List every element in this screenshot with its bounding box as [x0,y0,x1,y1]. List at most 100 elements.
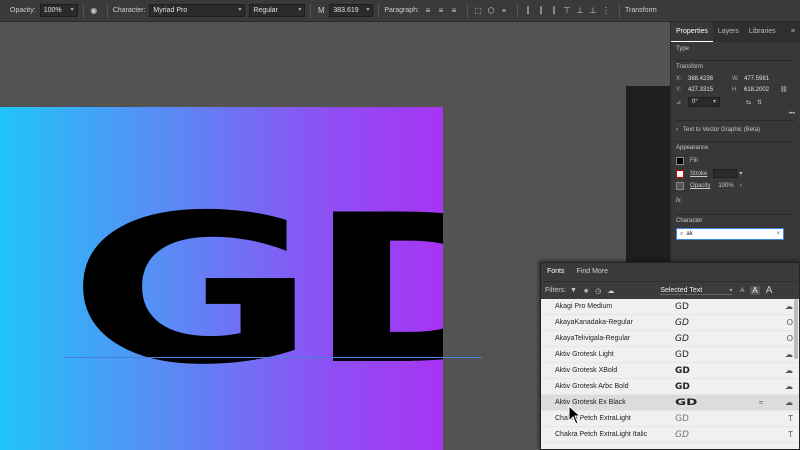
divider [82,3,84,18]
cloud-icon[interactable]: ☁ [607,287,614,295]
filter-icon[interactable]: ▼ [570,287,577,294]
align-objects-center-icon[interactable]: ⫿ [536,5,546,17]
divider [517,3,519,18]
warp-icon[interactable]: ⬡ [486,5,496,17]
font-sample: GD [675,333,689,344]
font-list-item[interactable]: Aktiv Grotesk Arbc Bold GD ☁ [541,379,799,395]
font-list-item[interactable]: Chakra Petch ExtraLight Italic GD T [541,427,799,443]
font-name: Aktiv Grotesk Ex Black [555,399,626,406]
artboard[interactable]: GD [0,107,443,450]
stroke-label[interactable]: Stroke [690,171,707,177]
h-field[interactable]: 618.2002 [744,87,778,93]
w-field[interactable]: 477.5981 [744,76,778,82]
align-objects-bottom-icon[interactable]: ⊥ [588,5,598,17]
divider [378,3,380,18]
font-list-item[interactable]: Aktiv Grotesk XBold GD ☁ [541,363,799,379]
divider [676,120,795,121]
font-name: Aktiv Grotesk Arbc Bold [555,383,629,390]
font-list-item[interactable]: Aktiv Grotesk Light GD ☁ [541,347,799,363]
preview-size-large[interactable]: A [766,285,773,296]
font-size-field[interactable]: 383.619 [329,4,374,17]
tab-find-more[interactable]: Find More [577,263,609,281]
x-field[interactable]: 388.4236 [688,76,722,82]
divider [676,214,795,215]
opentype-icon: O [786,318,793,327]
cloud-icon[interactable]: ☁ [785,398,793,407]
flip-horizontal-icon[interactable]: ⇆ [746,99,751,106]
transform-heading: Transform [676,64,704,70]
font-list-item[interactable]: AkayaKanadaka-Regular GD O [541,315,799,331]
preview-size-small[interactable]: A [740,288,744,294]
font-family-field[interactable]: Myriad Pro [149,4,246,17]
align-objects-middle-icon[interactable]: ⊥ [575,5,585,17]
tab-fonts[interactable]: Fonts [547,263,565,281]
control-bar: Opacity: 100% ◉ Character: Myriad Pro Re… [0,0,800,22]
divider [676,60,795,61]
align-objects-right-icon[interactable]: ⫿ [549,5,559,17]
constrain-proportions-icon[interactable]: ⛓ [780,86,788,93]
text-to-vector-link[interactable]: Text to Vector Graphic (Beta) [683,127,760,133]
font-search-input[interactable]: ⌕ ak × [676,228,784,240]
font-search-value[interactable]: ak [686,231,692,237]
tab-libraries[interactable]: Libraries [744,22,781,42]
recolor-icon[interactable]: ◉ [89,5,99,17]
clear-icon[interactable]: × [776,231,780,237]
tab-properties[interactable]: Properties [671,22,713,42]
fill-swatch[interactable] [676,157,684,165]
opacity-swatch [676,182,684,190]
recent-icon[interactable]: ◷ [595,287,601,295]
chevron-down-icon[interactable]: ▾ [739,170,742,177]
preview-size-medium[interactable]: A [750,286,760,295]
align-objects-top-icon[interactable]: ⊤ [562,5,572,17]
artwork-text[interactable]: GD [68,189,443,394]
preview-text-dropdown[interactable]: Selected Text [660,287,733,295]
stroke-swatch[interactable] [676,169,684,178]
font-list-item[interactable]: AkayaTelivigala-Regular GD O [541,331,799,347]
opacity-field[interactable]: 100% [39,4,78,17]
panel-tabs: Properties Layers Libraries ≡ [671,22,800,42]
transform-label[interactable]: Transform [625,7,657,14]
align-left-icon[interactable]: ≡ [423,5,433,17]
truetype-icon: T [788,430,793,439]
scrollbar[interactable] [794,299,798,359]
font-name: Chakra Petch ExtraLight [555,415,631,422]
opacity-label[interactable]: Opacity [690,183,710,189]
font-sample: GD [675,301,689,312]
align-center-icon[interactable]: ≡ [436,5,446,17]
rotate-field[interactable]: 0° [688,97,720,107]
more-options-icon[interactable]: ••• [789,111,795,117]
align-right-icon[interactable]: ≡ [449,5,459,17]
font-sample: GD [675,365,690,376]
w-label: W: [732,76,740,82]
chevron-right-icon[interactable]: › [676,127,678,133]
tab-layers[interactable]: Layers [713,22,744,42]
panel-menu-icon[interactable]: ≡ [786,22,800,42]
opacity-field[interactable]: 100% [718,183,733,189]
character-label[interactable]: Character: [113,7,146,14]
divider [676,141,795,142]
y-field[interactable]: 427.3315 [688,87,722,93]
fill-label: Fill [690,158,698,164]
distribute-icon[interactable]: ⋮ [601,5,611,17]
font-name: Akagi Pro Medium [555,303,613,310]
path-icon[interactable]: ⌖ [499,5,509,17]
font-list-item[interactable]: Akagi Pro Medium GD ☁ [541,299,799,315]
stroke-weight-field[interactable] [713,169,738,178]
similar-fonts-icon[interactable]: ≈ [759,398,763,407]
font-sample: GD [675,349,689,360]
star-icon[interactable]: ★ [583,287,589,295]
mouse-pointer-icon [568,405,582,425]
cloud-icon[interactable]: ☁ [785,350,793,359]
filters-label: Filters: [545,287,566,294]
cloud-icon[interactable]: ☁ [785,382,793,391]
font-style-field[interactable]: Regular [249,4,306,17]
align-objects-left-icon[interactable]: ⫿ [523,5,533,17]
cloud-icon[interactable]: ☁ [785,366,793,375]
transform-each-icon[interactable]: ⬚ [473,5,483,17]
truetype-icon: T [788,414,793,423]
paragraph-label[interactable]: Paragraph: [384,7,419,14]
flip-vertical-icon[interactable]: ⇅ [757,99,762,106]
cloud-icon[interactable]: ☁ [785,302,793,311]
chevron-right-icon[interactable]: › [740,183,742,189]
effects-label[interactable]: fx. [676,198,682,204]
